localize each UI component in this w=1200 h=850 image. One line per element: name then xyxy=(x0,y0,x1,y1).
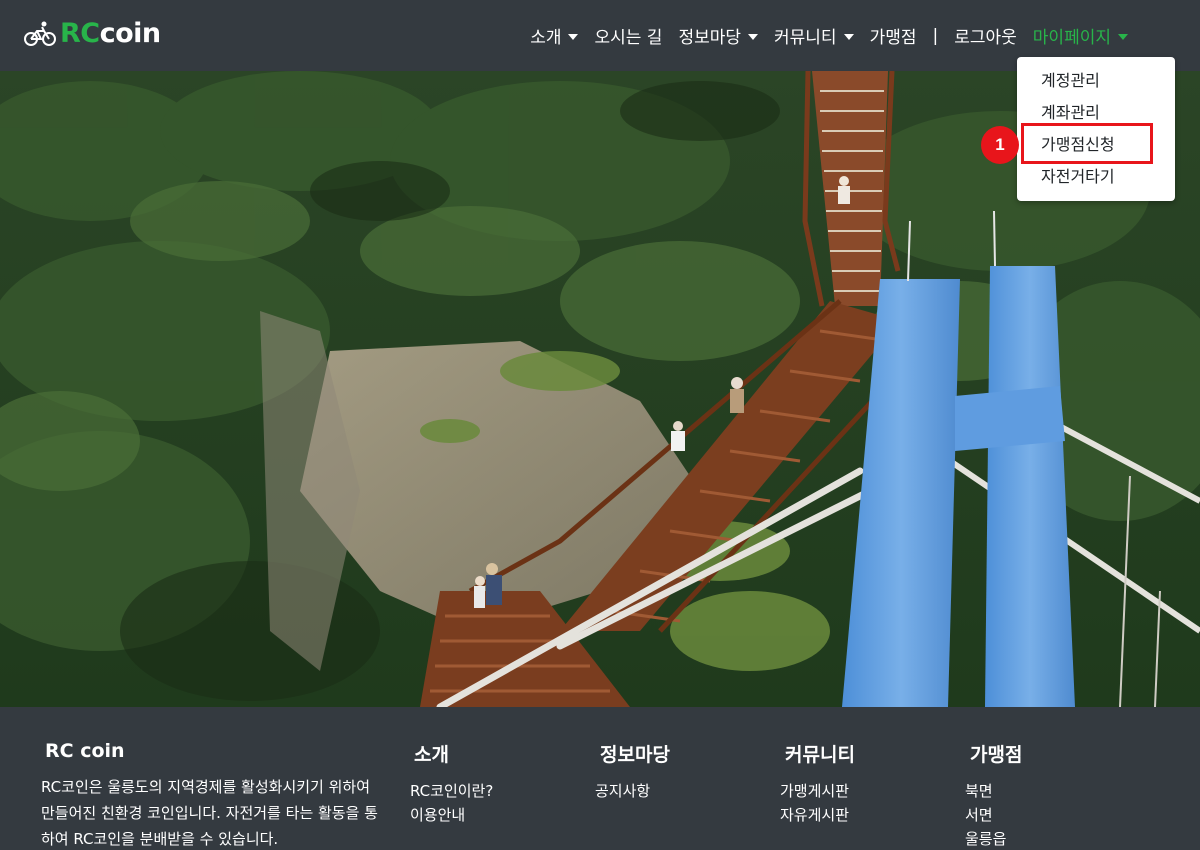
nav-separator: | xyxy=(932,25,939,46)
footer-col-intro: 소개 RC코인이란? 이용안내 xyxy=(410,740,493,827)
nav-item-intro[interactable]: 소개 xyxy=(522,23,586,48)
dropdown-item-ride-bike[interactable]: 자전거타기 xyxy=(1017,161,1175,193)
nav-item-directions[interactable]: 오시는 길 xyxy=(586,23,670,48)
caret-down-icon xyxy=(843,33,854,40)
footer-link-store-board[interactable]: 가맹게시판 xyxy=(780,779,855,803)
nav-item-community[interactable]: 커뮤니티 xyxy=(766,23,862,48)
footer-link-bukmyeon[interactable]: 북면 xyxy=(965,779,1022,803)
dropdown-item-store-apply[interactable]: 가맹점신청 xyxy=(1017,129,1175,161)
caret-down-icon xyxy=(568,33,579,40)
footer-link-what-is-rc[interactable]: RC코인이란? xyxy=(410,779,493,803)
footer-col-community: 커뮤니티 가맹게시판 자유게시판 xyxy=(780,740,855,827)
nav-item-store[interactable]: 가맹점 xyxy=(862,23,925,48)
footer-link-guide[interactable]: 이용안내 xyxy=(410,803,493,827)
footer-link-ulleungeup[interactable]: 울릉읍 xyxy=(965,827,1022,850)
footer-about-title: RC coin xyxy=(45,740,125,762)
footer: RC coin RC코인은 울릉도의 지역경제를 활성화시키기 위하여 만들어진… xyxy=(0,707,1200,850)
footer-about-desc: RC코인은 울릉도의 지역경제를 활성화시키기 위하여 만들어진 친환경 코인입… xyxy=(41,778,378,848)
caret-down-icon xyxy=(748,33,759,40)
footer-col-title: 정보마당 xyxy=(600,744,670,766)
footer-link-seomyeon[interactable]: 서면 xyxy=(965,803,1022,827)
footer-about-desc-wrap: RC코인은 울릉도의 지역경제를 활성화시키기 위하여 만들어진 친환경 코인입… xyxy=(41,776,386,850)
logout-link[interactable]: 로그아웃 xyxy=(946,23,1025,48)
mypage-dropdown: 계정관리 계좌관리 가맹점신청 자전거타기 xyxy=(1017,57,1175,201)
brand-coin: coin xyxy=(99,18,162,49)
step-badge: 1 xyxy=(981,126,1019,164)
bicycle-icon xyxy=(24,21,56,46)
footer-col-info: 정보마당 공지사항 xyxy=(595,740,670,803)
brand-rc: RC xyxy=(60,18,100,49)
nav-item-info[interactable]: 정보마당 xyxy=(670,23,766,48)
caret-down-icon xyxy=(1118,33,1128,40)
footer-col-title: 소개 xyxy=(414,744,449,766)
brand-logo[interactable]: RCcoin xyxy=(24,18,161,49)
dropdown-item-account[interactable]: 계정관리 xyxy=(1017,65,1175,97)
footer-col-title: 커뮤니티 xyxy=(785,744,855,766)
footer-link-notice[interactable]: 공지사항 xyxy=(595,779,670,803)
footer-link-free-board[interactable]: 자유게시판 xyxy=(780,803,855,827)
footer-col-store: 가맹점 북면 서면 울릉읍 xyxy=(965,740,1023,850)
nav-item-mypage[interactable]: 마이페이지 xyxy=(1025,23,1136,48)
footer-col-title: 가맹점 xyxy=(970,744,1023,766)
dropdown-item-bank-account[interactable]: 계좌관리 xyxy=(1017,97,1175,129)
footer-about: RC coin xyxy=(45,740,125,774)
